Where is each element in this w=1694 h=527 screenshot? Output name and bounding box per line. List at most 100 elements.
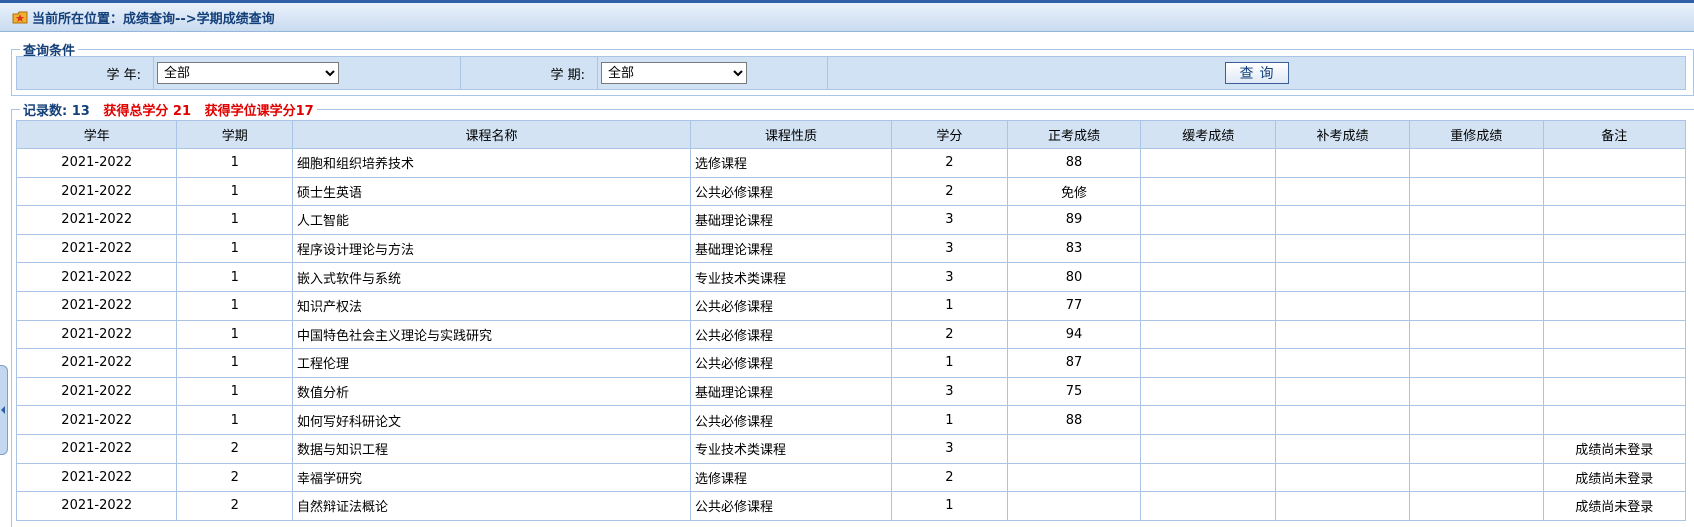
cell-retake-score	[1408, 148, 1544, 178]
cell-course-type: 公共必修课程	[689, 176, 893, 207]
query-button[interactable]: 查询	[1224, 62, 1289, 84]
table-row: 2021-2022 2 幸福学研究 选修课程 2 成绩尚未登录	[15, 462, 1687, 493]
cell-makeup-score	[1275, 205, 1410, 235]
term-label: 学 期:	[460, 56, 598, 90]
cell-deferred-score	[1140, 462, 1277, 493]
cell-year: 2021-2022	[15, 233, 178, 264]
cell-regular-score: 88	[1006, 148, 1142, 178]
cell-retake-score	[1408, 290, 1544, 321]
table-row: 2021-2022 2 数据与知识工程 专业技术类课程 3 成绩尚未登录	[15, 433, 1687, 464]
cell-makeup-score	[1275, 376, 1410, 407]
cell-regular-score: 89	[1006, 205, 1142, 235]
cell-credits: 3	[891, 262, 1008, 292]
cell-year: 2021-2022	[15, 176, 178, 207]
cell-term: 2	[176, 433, 293, 464]
cell-course-type: 公共必修课程	[689, 491, 893, 521]
cell-retake-score	[1408, 262, 1544, 292]
query-button-cell: 查询	[827, 56, 1686, 90]
table-row: 2021-2022 1 数值分析 基础理论课程 3 75	[15, 376, 1687, 407]
year-select-cell: 全部	[153, 56, 461, 90]
table-row: 2021-2022 2 自然辩证法概论 公共必修课程 1 成绩尚未登录	[15, 491, 1687, 521]
cell-course-name: 如何写好科研论文	[292, 405, 691, 435]
query-conditions-table: 学 年: 全部 学 期: 全部 查询	[16, 56, 1686, 90]
term-select[interactable]: 全部	[601, 62, 747, 84]
collapse-arrow-icon[interactable]	[0, 365, 8, 455]
cell-makeup-score	[1275, 176, 1410, 207]
cell-year: 2021-2022	[15, 433, 178, 464]
cell-course-type: 基础理论课程	[689, 376, 893, 407]
cell-year: 2021-2022	[15, 262, 178, 292]
cell-course-type: 公共必修课程	[689, 405, 893, 435]
cell-retake-score	[1408, 376, 1544, 407]
cell-course-name: 中国特色社会主义理论与实践研究	[292, 319, 691, 350]
cell-makeup-score	[1275, 148, 1410, 178]
cell-retake-score	[1408, 405, 1544, 435]
cell-regular-score	[1006, 491, 1142, 521]
cell-regular-score: 免修	[1006, 176, 1142, 207]
cell-makeup-score	[1275, 319, 1410, 350]
header-remarks: 备注	[1542, 120, 1687, 149]
cell-remarks	[1542, 376, 1687, 407]
cell-year: 2021-2022	[15, 290, 178, 321]
cell-remarks	[1542, 233, 1687, 264]
cell-course-type: 选修课程	[689, 148, 893, 178]
cell-retake-score	[1408, 491, 1544, 521]
cell-makeup-score	[1275, 491, 1410, 521]
cell-course-type: 公共必修课程	[689, 290, 893, 321]
cell-regular-score: 80	[1006, 262, 1142, 292]
cell-term: 1	[176, 405, 293, 435]
cell-regular-score: 77	[1006, 290, 1142, 321]
cell-retake-score	[1408, 348, 1544, 378]
cell-term: 2	[176, 491, 293, 521]
record-count: 记录数: 13	[23, 104, 90, 119]
cell-credits: 2	[891, 148, 1008, 178]
breadcrumb-bar: 当前所在位置：成绩查询-->学期成绩查询	[0, 3, 1694, 32]
cell-retake-score	[1408, 319, 1544, 350]
cell-makeup-score	[1275, 233, 1410, 264]
cell-regular-score	[1006, 462, 1142, 493]
header-course-name: 课程名称	[292, 120, 691, 149]
year-label: 学 年:	[16, 56, 154, 90]
cell-course-name: 自然辩证法概论	[292, 491, 691, 521]
cell-term: 1	[176, 319, 293, 350]
cell-term: 1	[176, 176, 293, 207]
cell-year: 2021-2022	[15, 405, 178, 435]
cell-course-name: 工程伦理	[292, 348, 691, 378]
cell-year: 2021-2022	[15, 319, 178, 350]
cell-credits: 2	[891, 319, 1008, 350]
cell-term: 1	[176, 205, 293, 235]
cell-course-type: 专业技术类课程	[689, 262, 893, 292]
cell-credits: 1	[891, 405, 1008, 435]
total-credits: 获得总学分 21	[103, 104, 192, 119]
cell-year: 2021-2022	[15, 376, 178, 407]
cell-course-name: 知识产权法	[292, 290, 691, 321]
cell-credits: 3	[891, 205, 1008, 235]
cell-deferred-score	[1140, 290, 1277, 321]
table-row: 2021-2022 1 硕士生英语 公共必修课程 2 免修	[15, 176, 1687, 207]
cell-credits: 3	[891, 433, 1008, 464]
cell-year: 2021-2022	[15, 148, 178, 178]
cell-year: 2021-2022	[15, 348, 178, 378]
table-row: 2021-2022 1 人工智能 基础理论课程 3 89	[15, 205, 1687, 235]
cell-credits: 1	[891, 290, 1008, 321]
cell-retake-score	[1408, 176, 1544, 207]
cell-remarks: 成绩尚未登录	[1542, 462, 1687, 493]
cell-remarks	[1542, 319, 1687, 350]
term-select-cell: 全部	[597, 56, 828, 90]
header-makeup-score: 补考成绩	[1275, 120, 1410, 149]
cell-regular-score: 83	[1006, 233, 1142, 264]
cell-remarks: 成绩尚未登录	[1542, 491, 1687, 521]
header-deferred-score: 缓考成绩	[1140, 120, 1277, 149]
cell-deferred-score	[1140, 233, 1277, 264]
cell-year: 2021-2022	[15, 205, 178, 235]
cell-deferred-score	[1140, 433, 1277, 464]
cell-makeup-score	[1275, 348, 1410, 378]
year-select[interactable]: 全部	[157, 62, 339, 84]
cell-regular-score: 88	[1006, 405, 1142, 435]
cell-course-name: 人工智能	[292, 205, 691, 235]
results-summary: 记录数: 13 获得总学分 21 获得学位课学分17	[20, 100, 317, 119]
cell-course-name: 嵌入式软件与系统	[292, 262, 691, 292]
cell-course-name: 程序设计理论与方法	[292, 233, 691, 264]
table-row: 2021-2022 1 工程伦理 公共必修课程 1 87	[15, 348, 1687, 378]
table-header-row: 学年 学期 课程名称 课程性质 学分 正考成绩 缓考成绩 补考成绩 重修成绩 备…	[15, 120, 1687, 149]
